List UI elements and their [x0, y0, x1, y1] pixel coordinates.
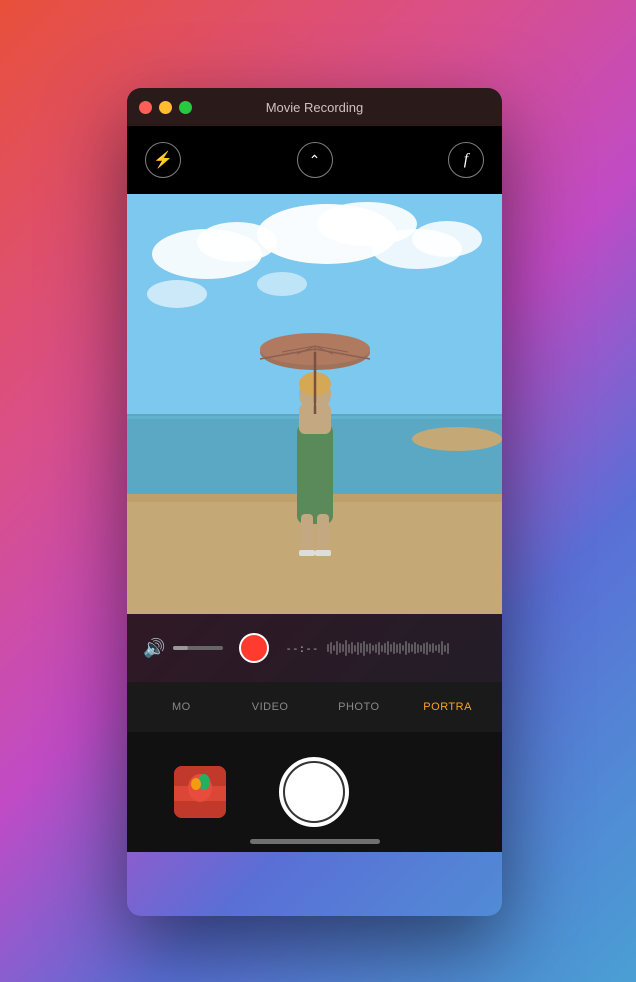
chevron-up-button[interactable]: ⌃ [297, 142, 333, 178]
flash-button[interactable]: ⚡ [145, 142, 181, 178]
record-button[interactable] [239, 633, 269, 663]
camera-topbar: ⚡ ⌃ f [127, 126, 502, 194]
time-display: --:-- [285, 642, 318, 655]
minimize-button[interactable] [159, 101, 172, 114]
photo-thumbnail[interactable] [174, 766, 226, 818]
chevron-up-icon: ⌃ [309, 152, 321, 169]
tab-video[interactable]: VIDEO [226, 693, 315, 721]
shutter-button[interactable] [279, 757, 349, 827]
close-button[interactable] [139, 101, 152, 114]
window-controls [139, 101, 192, 114]
flip-camera-placeholder [403, 766, 455, 818]
thumbnail-svg [174, 766, 226, 818]
facetime-icon: f [464, 151, 468, 169]
volume-icon: 🔊 [143, 638, 165, 659]
shutter-inner [285, 763, 343, 821]
scene-svg [127, 194, 502, 614]
home-indicator [250, 839, 380, 844]
titlebar: Movie Recording [127, 88, 502, 126]
window-title: Movie Recording [266, 100, 364, 115]
tab-photo[interactable]: PHOTO [315, 693, 404, 721]
waveform [327, 638, 486, 658]
app-window: Movie Recording ⚡ ⌃ f [127, 88, 502, 916]
maximize-button[interactable] [179, 101, 192, 114]
camera-viewfinder [127, 194, 502, 614]
volume-fill [173, 646, 188, 650]
volume-slider[interactable] [173, 646, 223, 650]
tab-mo[interactable]: MO [137, 693, 226, 721]
facetime-button[interactable]: f [448, 142, 484, 178]
controls-bar: 🔊 --:-- [127, 614, 502, 682]
mode-tabs: MO VIDEO PHOTO PORTRA [127, 682, 502, 732]
capture-area [127, 732, 502, 852]
flash-icon: ⚡ [153, 150, 173, 170]
tab-portrait[interactable]: PORTRA [403, 693, 492, 721]
